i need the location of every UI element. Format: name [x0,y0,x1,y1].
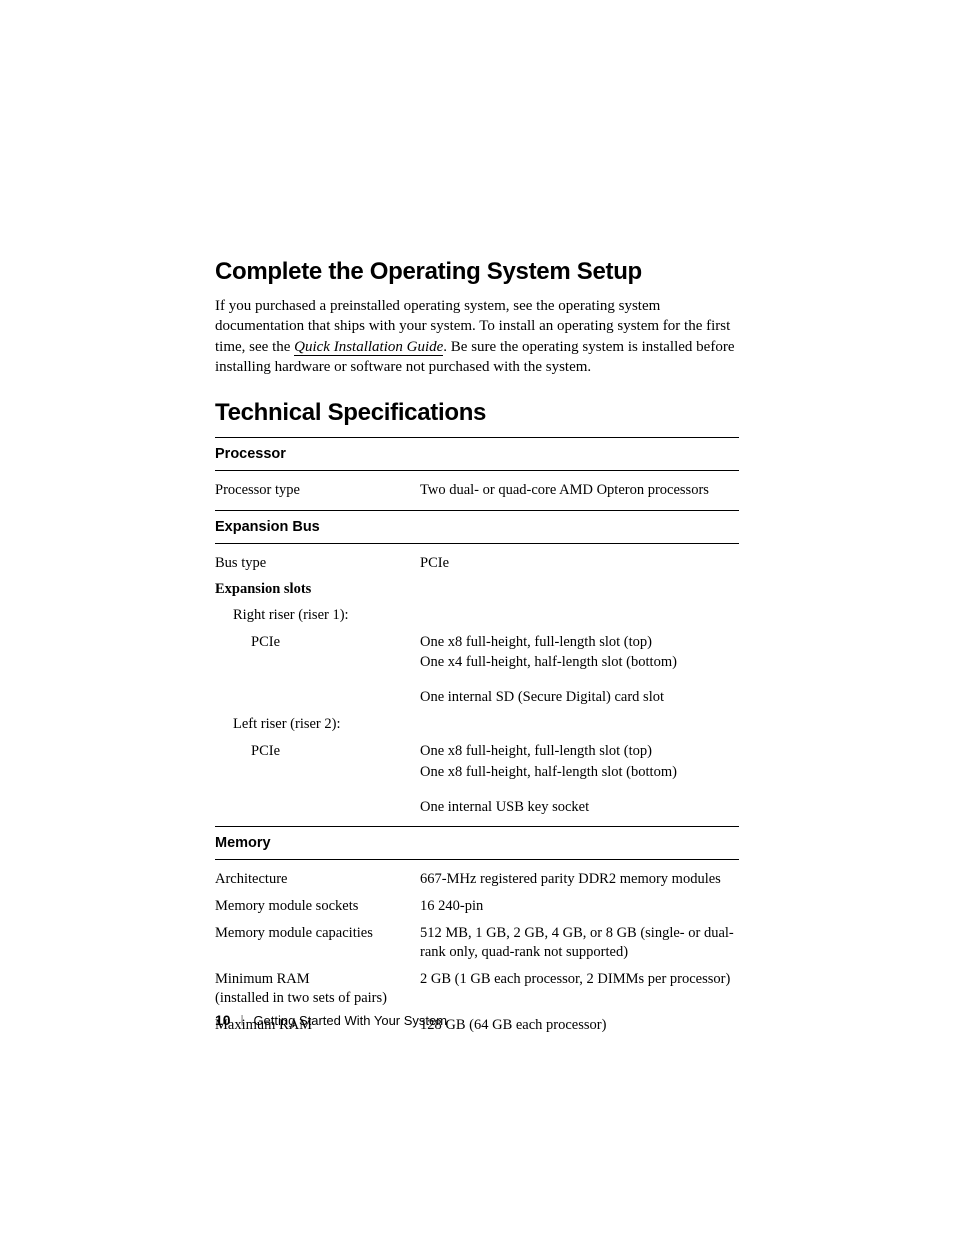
cell-value: One x8 full-height, full-length slot (to… [420,742,739,784]
value-line: One x8 full-height, full-length slot (to… [420,742,739,761]
cell-value: 128 GB (64 GB each processor) [420,1016,739,1035]
table-row: PCIe One x8 full-height, full-length slo… [215,629,739,679]
value-line: One x8 full-height, half-length slot (bo… [420,763,739,782]
table-row: Architecture 667-MHz registered parity D… [215,866,739,893]
value-line: One x4 full-height, half-length slot (bo… [420,653,739,672]
spec-table: Processor Processor type Two dual- or qu… [215,437,739,1038]
cell-label: Architecture [215,870,420,889]
table-row: Memory module capacities 512 MB, 1 GB, 2… [215,920,739,966]
quick-install-guide-link: Quick Installation Guide [294,339,443,356]
cell-label: Bus type [215,554,420,573]
table-row: Left riser (riser 2): [215,711,739,738]
cell-value [420,715,739,734]
value-line: (installed in two sets of pairs) [215,989,412,1008]
heading-tech-specs: Technical Specifications [215,399,739,427]
table-row: One internal USB key socket [215,794,739,821]
separator [215,826,739,827]
separator [215,543,739,544]
chapter-title: Getting Started With Your System [253,1013,447,1028]
section-expansion: Expansion Bus [215,517,739,537]
table-row: Memory module sockets 16 240-pin [215,893,739,920]
value-line: Minimum RAM [215,970,412,989]
separator [215,510,739,511]
page-number: 10 [215,1012,231,1028]
separator [215,437,739,438]
cell-value: 2 GB (1 GB each processor, 2 DIMMs per p… [420,970,739,1008]
separator [215,470,739,471]
expansion-slots-header: Expansion slots [215,577,739,602]
cell-label: Left riser (riser 2): [215,715,420,734]
body-paragraph: If you purchased a preinstalled operatin… [215,296,739,377]
cell-label [215,688,420,707]
cell-label [215,798,420,817]
cell-value: 16 240-pin [420,897,739,916]
cell-value: One internal USB key socket [420,798,739,817]
heading-os-setup: Complete the Operating System Setup [215,258,739,286]
table-row: Right riser (riser 1): [215,602,739,629]
cell-label: Memory module sockets [215,897,420,916]
section-processor: Processor [215,444,739,464]
cell-value [420,606,739,625]
table-row: Bus type PCIe [215,550,739,577]
cell-label: PCIe [215,633,420,675]
footer-divider: | [241,1014,244,1026]
page-content: Complete the Operating System Setup If y… [215,258,739,1038]
section-memory: Memory [215,833,739,853]
cell-value: Two dual- or quad-core AMD Opteron proce… [420,481,739,500]
cell-value: One x8 full-height, full-length slot (to… [420,633,739,675]
table-row: Minimum RAM (installed in two sets of pa… [215,966,739,1012]
cell-value: 667-MHz registered parity DDR2 memory mo… [420,870,739,889]
cell-label: Minimum RAM (installed in two sets of pa… [215,970,420,1008]
table-row: Processor type Two dual- or quad-core AM… [215,477,739,504]
separator [215,859,739,860]
cell-label: Processor type [215,481,420,500]
table-row: PCIe One x8 full-height, full-length slo… [215,738,739,788]
value-line: One x8 full-height, full-length slot (to… [420,633,739,652]
table-row: One internal SD (Secure Digital) card sl… [215,684,739,711]
page-footer: 10 | Getting Started With Your System [215,1012,447,1028]
cell-value: PCIe [420,554,739,573]
cell-value: 512 MB, 1 GB, 2 GB, 4 GB, or 8 GB (singl… [420,924,739,962]
cell-label: Right riser (riser 1): [215,606,420,625]
cell-label: PCIe [215,742,420,784]
cell-value: One internal SD (Secure Digital) card sl… [420,688,739,707]
cell-label: Memory module capacities [215,924,420,962]
